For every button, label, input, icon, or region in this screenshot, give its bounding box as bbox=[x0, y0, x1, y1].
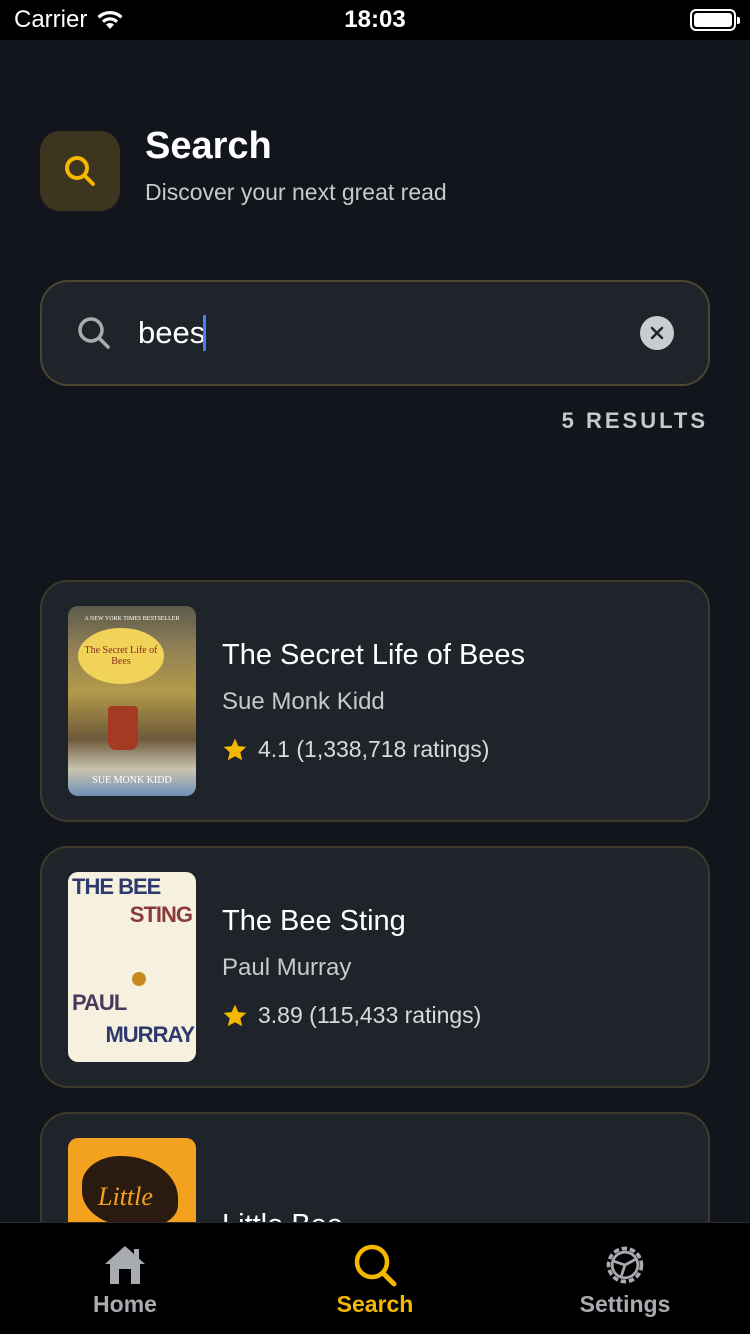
cover-text: THE BEE bbox=[72, 874, 161, 899]
rating-text: 4.1 (1,338,718 ratings) bbox=[258, 736, 490, 762]
close-icon bbox=[650, 326, 664, 340]
tab-label: Search bbox=[336, 1291, 414, 1317]
page-subtitle: Discover your next great read bbox=[145, 179, 447, 206]
battery-icon bbox=[690, 9, 740, 31]
book-cover: A NEW YORK TIMES BESTSELLER The Secret L… bbox=[68, 606, 196, 796]
book-rating: 4.1 (1,338,718 ratings) bbox=[222, 736, 525, 763]
tab-settings[interactable]: Settings bbox=[500, 1223, 750, 1334]
carrier-label: Carrier bbox=[14, 6, 88, 33]
star-icon bbox=[223, 738, 247, 760]
cover-text: SUE MONK KIDD bbox=[92, 775, 172, 786]
cover-text: The Secret Life of Bees bbox=[84, 645, 158, 667]
star-icon bbox=[223, 1004, 247, 1026]
tab-label: Settings bbox=[579, 1291, 671, 1317]
wifi-icon bbox=[97, 10, 123, 29]
header-icon-badge bbox=[40, 131, 120, 211]
book-cover: THE BEE STING PAUL MURRAY bbox=[68, 872, 196, 1062]
gear-icon bbox=[606, 1246, 644, 1284]
book-author: Sue Monk Kidd bbox=[222, 688, 385, 715]
results-list: A NEW YORK TIMES BESTSELLER The Secret L… bbox=[40, 580, 710, 1334]
cover-text: MURRAY bbox=[105, 1022, 195, 1047]
book-rating: 3.89 (115,433 ratings) bbox=[222, 1002, 481, 1029]
results-count: 5 RESULTS bbox=[561, 408, 708, 433]
book-author: Paul Murray bbox=[222, 954, 352, 981]
cover-title-badge: The Secret Life of Bees bbox=[78, 628, 164, 684]
book-title: The Secret Life of Bees bbox=[222, 639, 526, 671]
cover-text: STING bbox=[129, 902, 193, 927]
cover-jar bbox=[108, 706, 138, 750]
search-bar[interactable]: bees bbox=[40, 280, 710, 386]
tab-home[interactable]: Home bbox=[0, 1223, 250, 1334]
search-input-value[interactable]: bees bbox=[138, 315, 205, 351]
book-card[interactable]: THE BEE STING PAUL MURRAY The Bee Sting … bbox=[40, 846, 710, 1088]
carrier-info: Carrier bbox=[14, 6, 125, 34]
search-icon bbox=[78, 317, 110, 349]
home-icon bbox=[105, 1246, 145, 1284]
cover-text: Little bbox=[98, 1182, 153, 1211]
text-cursor bbox=[203, 315, 207, 351]
cover-text: PAUL bbox=[72, 990, 127, 1015]
tab-search[interactable]: Search bbox=[250, 1223, 500, 1334]
status-bar: Carrier 18:03 bbox=[0, 0, 750, 40]
tab-label: Home bbox=[93, 1291, 157, 1317]
search-icon bbox=[65, 156, 95, 186]
book-card[interactable]: A NEW YORK TIMES BESTSELLER The Secret L… bbox=[40, 580, 710, 822]
tab-bar: Home Search Settings bbox=[0, 1222, 750, 1334]
search-icon bbox=[354, 1244, 397, 1287]
page-header: Search Discover your next great read bbox=[40, 121, 510, 211]
cover-bee bbox=[132, 972, 146, 986]
page-title: Search bbox=[145, 124, 272, 167]
clear-search-button[interactable] bbox=[640, 316, 674, 350]
rating-text: 3.89 (115,433 ratings) bbox=[258, 1002, 482, 1028]
book-title: The Bee Sting bbox=[222, 905, 406, 937]
search-input[interactable]: bees bbox=[138, 315, 640, 351]
cover-text: A NEW YORK TIMES BESTSELLER bbox=[84, 616, 180, 622]
